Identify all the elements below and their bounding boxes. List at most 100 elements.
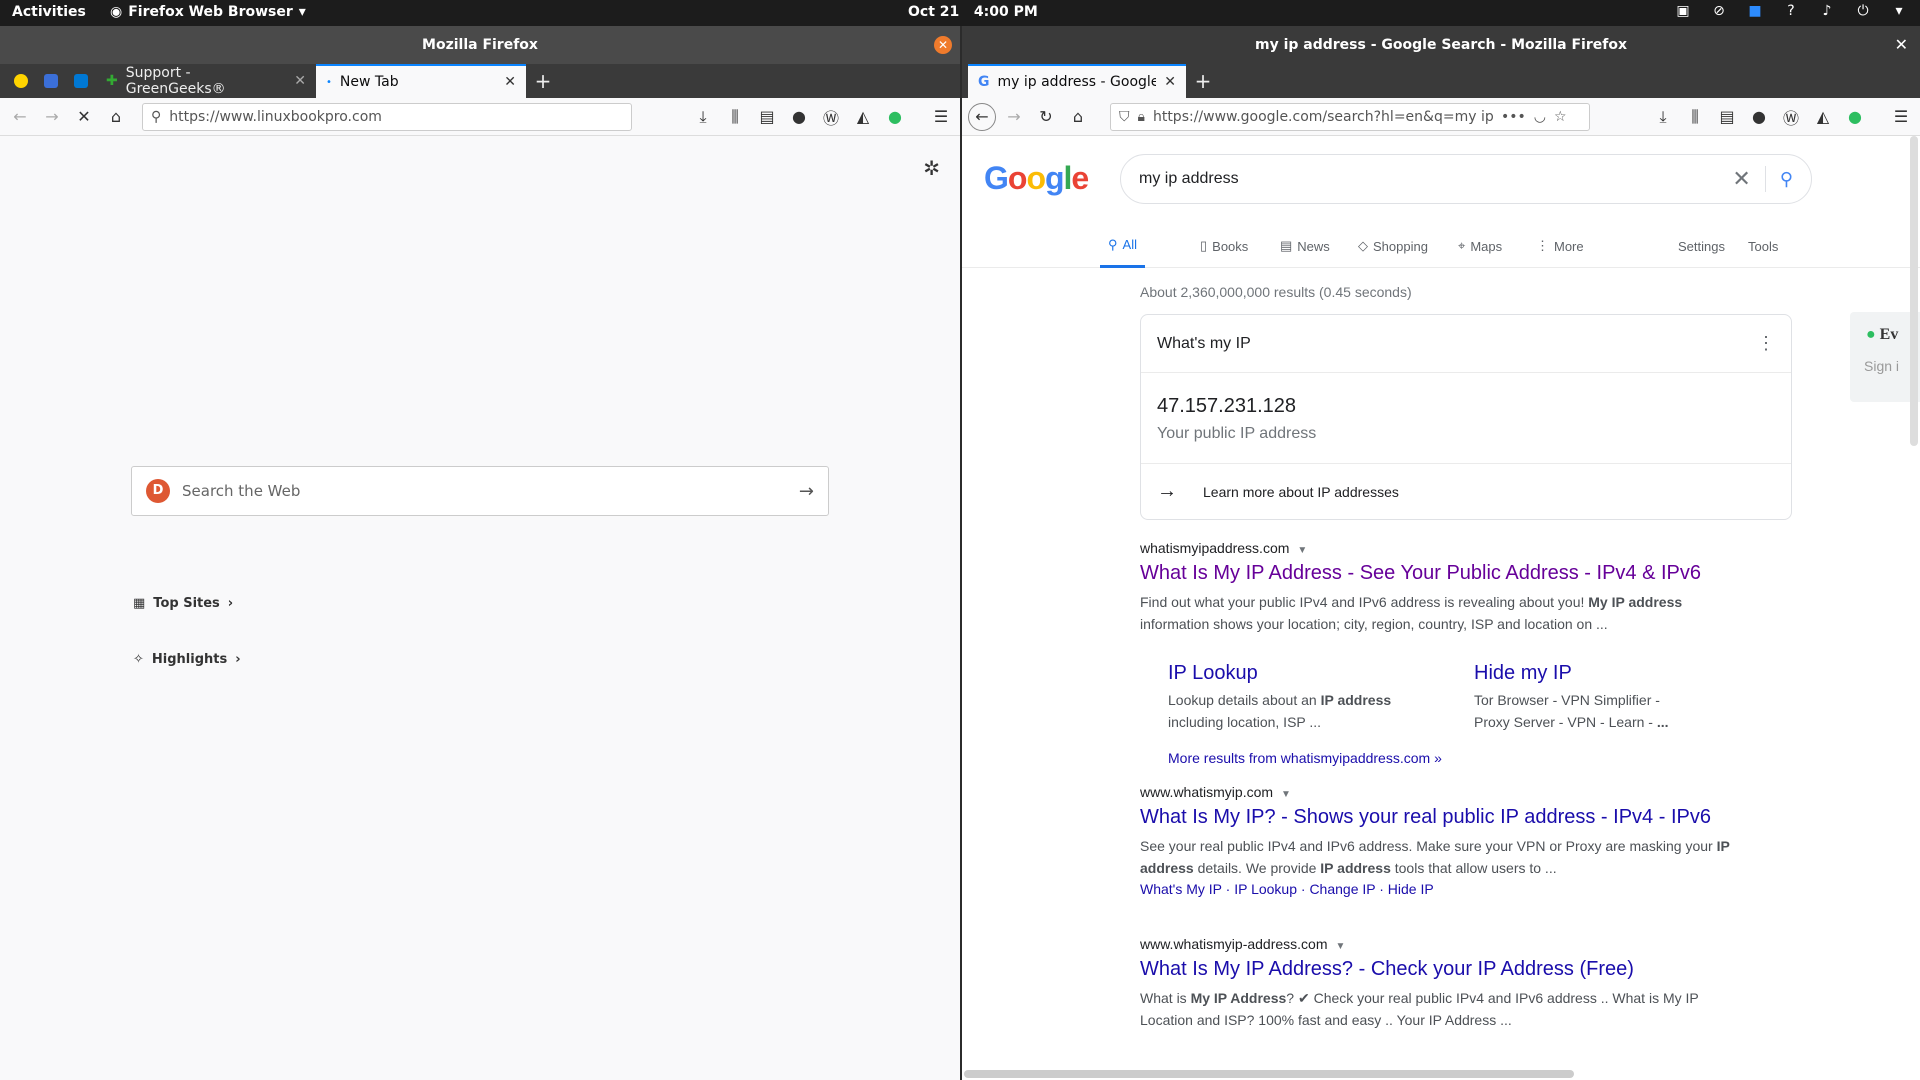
close-tab-icon[interactable]: ✕ — [504, 74, 516, 90]
result-snippet: What is My IP Address? ✔ Check your real… — [1140, 987, 1750, 1031]
sitelink-desc: Tor Browser - VPN Simplifier - Proxy Ser… — [1474, 689, 1694, 733]
wordpress-icon[interactable]: Ⓦ — [1778, 105, 1804, 129]
downloads-icon[interactable]: ⤓ — [1650, 107, 1676, 127]
tab-maps[interactable]: ⌖ Maps — [1458, 224, 1502, 268]
caret-down-icon[interactable]: ▼ — [1336, 941, 1346, 952]
shoe-extension-icon[interactable]: ◭ — [850, 107, 876, 126]
search-query: my ip address — [1139, 170, 1239, 187]
forward-icon[interactable]: → — [1000, 103, 1028, 131]
clock[interactable]: Oct 21 4:00 PM — [908, 4, 1038, 20]
back-icon[interactable]: ← — [968, 102, 996, 131]
arrow-right-icon[interactable]: → — [799, 481, 814, 502]
clear-icon[interactable]: ✕ — [1732, 166, 1766, 192]
search-icon[interactable]: ⚲ — [1766, 169, 1793, 190]
power-icon[interactable]: ⏻ — [1854, 3, 1872, 19]
volume-icon[interactable]: ♪ — [1818, 3, 1836, 19]
menu-icon[interactable]: ☰ — [1888, 107, 1914, 126]
top-sites-section[interactable]: ▦ Top Sites › — [133, 596, 233, 611]
wordpress-icon[interactable]: Ⓦ — [818, 105, 844, 129]
google-logo[interactable]: Google — [984, 160, 1089, 197]
reload-icon[interactable]: ↻ — [1032, 103, 1060, 131]
result-title-link[interactable]: What Is My IP? - Shows your real public … — [1140, 806, 1750, 829]
home-icon[interactable]: ⌂ — [1064, 103, 1092, 131]
url-bar[interactable]: ⚲ https://www.linuxbookpro.com — [142, 102, 632, 131]
app-menu[interactable]: ◉ Firefox Web Browser ▾ — [110, 4, 306, 20]
gear-icon[interactable]: ✲ — [923, 156, 940, 180]
horizontal-scrollbar[interactable] — [964, 1070, 1574, 1078]
avatar-extension-icon[interactable]: ● — [1746, 107, 1772, 126]
library-icon[interactable]: ⫼ — [722, 107, 748, 127]
evernote-icon[interactable]: ● — [882, 107, 908, 126]
learn-more-link[interactable]: → Learn more about IP addresses — [1141, 463, 1791, 519]
evernote-signin-link[interactable]: Sign i — [1864, 358, 1899, 374]
sitelink-title[interactable]: IP Lookup — [1168, 662, 1408, 685]
downloads-icon[interactable]: ⤓ — [690, 107, 716, 127]
sitelink-title[interactable]: Hide my IP — [1474, 662, 1694, 685]
section-label: Highlights — [151, 652, 228, 667]
snippet-text: See your real public IPv4 and IPv6 addre… — [1140, 838, 1717, 854]
result-sublinks[interactable]: What's My IP · IP Lookup · Change IP · H… — [1140, 881, 1750, 897]
zoom-app-icon[interactable]: ■ — [1746, 3, 1764, 19]
tab-support-greengeeks[interactable]: ✚ Support - GreenGeeks® ✕ — [96, 64, 316, 98]
result-cite[interactable]: www.whatismyip-address.com ▼ — [1140, 936, 1750, 952]
new-tab-button[interactable]: + — [526, 64, 560, 98]
evernote-title-text: Ev — [1879, 326, 1899, 343]
pinned-tab[interactable] — [6, 64, 36, 98]
tab-more[interactable]: ⋮ More — [1536, 224, 1584, 268]
tab-shopping[interactable]: ◇ Shopping — [1358, 224, 1428, 268]
back-icon[interactable]: ← — [6, 103, 34, 131]
url-bar[interactable]: ⛉ 🔒︎ https://www.google.com/search?hl=en… — [1110, 102, 1590, 131]
sitelink: Hide my IP Tor Browser - VPN Simplifier … — [1474, 662, 1694, 733]
tab-books[interactable]: ▯ Books — [1200, 224, 1248, 268]
avatar-extension-icon[interactable]: ● — [786, 107, 812, 126]
close-window-button[interactable]: ✕ — [1895, 35, 1908, 54]
help-icon[interactable]: ? — [1782, 3, 1800, 19]
vertical-scrollbar[interactable] — [1910, 136, 1918, 446]
result-title-link[interactable]: What Is My IP Address - See Your Public … — [1140, 562, 1750, 585]
tab-strip: ✚ Support - GreenGeeks® ✕ • New Tab ✕ + — [0, 64, 960, 98]
close-window-button[interactable]: ✕ — [934, 36, 952, 54]
web-search-box[interactable]: D Search the Web → — [131, 466, 829, 516]
evernote-icon: ● — [1866, 326, 1876, 343]
tab-label: All — [1122, 237, 1137, 252]
notifications-off-icon[interactable]: ⊘ — [1710, 3, 1728, 19]
pinned-tab[interactable] — [36, 64, 66, 98]
new-tab-button[interactable]: + — [1186, 64, 1220, 98]
menu-icon[interactable]: ☰ — [928, 107, 954, 126]
settings-link[interactable]: Settings — [1678, 224, 1725, 268]
pocket-icon[interactable]: ◡ — [1534, 109, 1546, 125]
bookmark-star-icon[interactable]: ☆ — [1554, 109, 1567, 125]
result-cite[interactable]: www.whatismyip.com ▼ — [1140, 784, 1750, 800]
result-title-link[interactable]: What Is My IP Address? - Check your IP A… — [1140, 958, 1750, 981]
activities-button[interactable]: Activities — [12, 4, 86, 20]
library-icon[interactable]: ⫼ — [1682, 107, 1708, 127]
tools-link[interactable]: Tools — [1748, 224, 1778, 268]
tab-google-search[interactable]: G my ip address - Google Sea ✕ — [968, 64, 1186, 98]
stop-icon[interactable]: ✕ — [70, 103, 98, 131]
home-icon[interactable]: ⌂ — [102, 103, 130, 131]
tab-label: Shopping — [1373, 238, 1428, 254]
caret-down-icon[interactable]: ▼ — [1297, 545, 1307, 556]
close-tab-icon[interactable]: ✕ — [294, 73, 306, 89]
sidebar-icon[interactable]: ▤ — [1714, 107, 1740, 126]
evernote-icon[interactable]: ● — [1842, 107, 1868, 126]
search-result: www.whatismyip-address.com ▼ What Is My I… — [1140, 936, 1750, 1031]
learn-more-label: Learn more about IP addresses — [1203, 483, 1399, 500]
tab-new-tab[interactable]: • New Tab ✕ — [316, 64, 526, 98]
screenshot-icon[interactable]: ▣ — [1674, 3, 1692, 19]
page-actions-icon[interactable]: ••• — [1501, 109, 1526, 125]
google-search-box[interactable]: my ip address ✕ ⚲ — [1120, 154, 1812, 204]
caret-down-icon[interactable]: ▼ — [1281, 789, 1291, 800]
sidebar-icon[interactable]: ▤ — [754, 107, 780, 126]
forward-icon[interactable]: → — [38, 103, 66, 131]
more-options-icon[interactable]: ⋮ — [1757, 333, 1775, 354]
tab-news[interactable]: ▤ News — [1280, 224, 1330, 268]
more-results-link[interactable]: More results from whatismyipaddress.com … — [1168, 750, 1442, 766]
shoe-extension-icon[interactable]: ◭ — [1810, 107, 1836, 126]
result-cite[interactable]: whatismyipaddress.com ▼ — [1140, 540, 1750, 556]
highlights-section[interactable]: ✧ Highlights › — [133, 652, 241, 667]
close-tab-icon[interactable]: ✕ — [1164, 74, 1176, 90]
chevron-down-icon[interactable]: ▾ — [1890, 3, 1908, 19]
pinned-tab-outlook[interactable] — [66, 64, 96, 98]
tab-all[interactable]: ⚲ All — [1100, 224, 1145, 268]
